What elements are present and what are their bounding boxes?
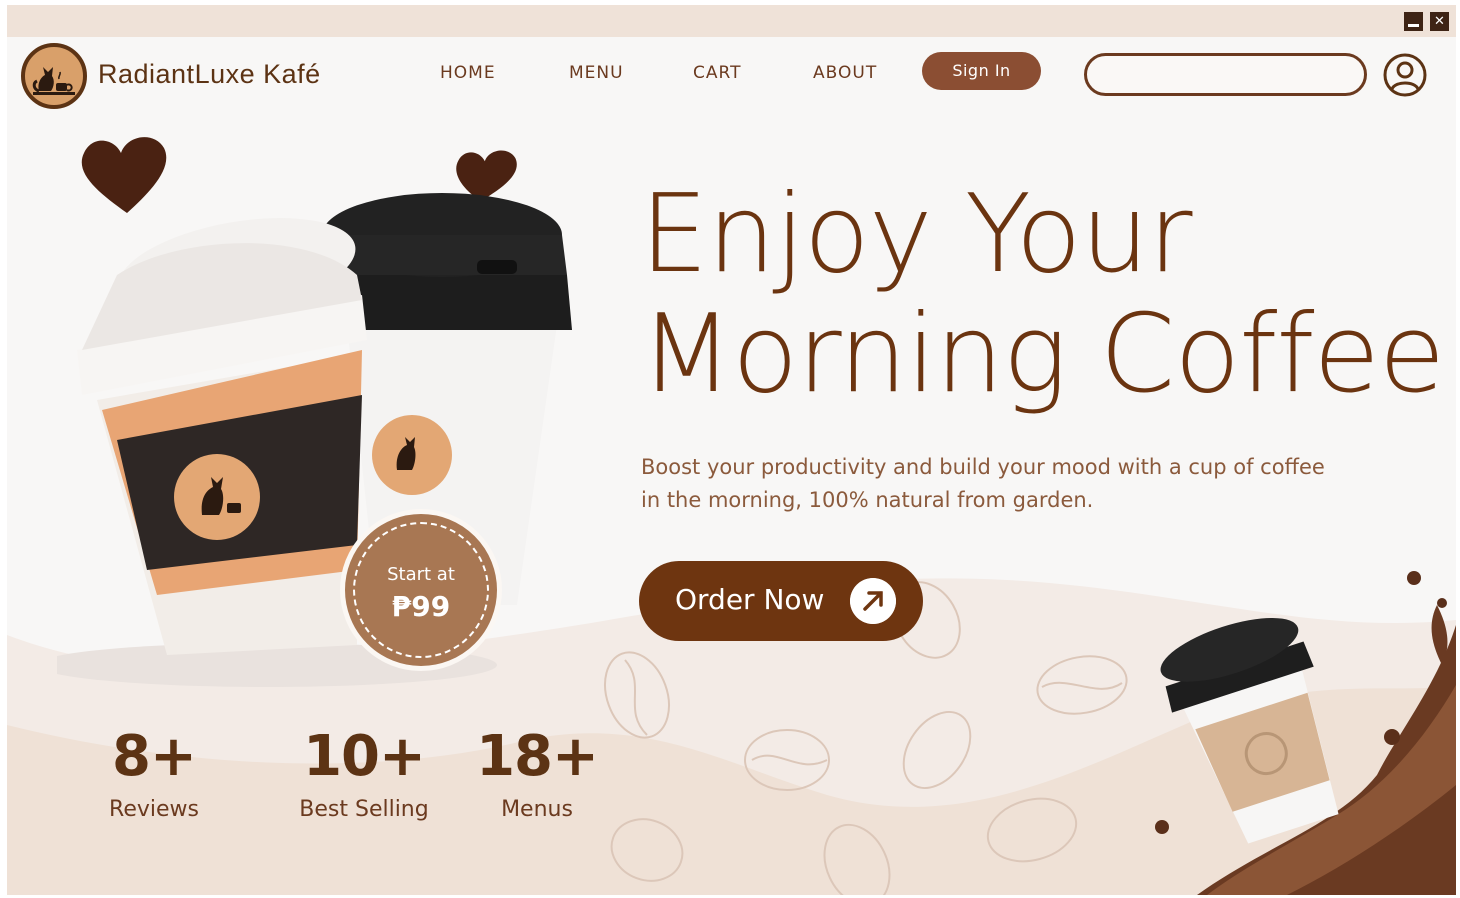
arrow-up-right-icon: [850, 578, 896, 624]
stat-label: Menus: [501, 797, 573, 822]
sign-in-button[interactable]: Sign In: [922, 52, 1041, 90]
hero-headline: Enjoy Your Morning Coffee: [640, 172, 1445, 417]
hero-tagline: Boost your productivity and build your m…: [641, 455, 1325, 512]
minimize-icon[interactable]: [1404, 12, 1423, 31]
heart-icon: [456, 150, 517, 202]
cat-coffee-logo[interactable]: [21, 43, 87, 109]
search-input[interactable]: [1084, 53, 1367, 96]
close-icon[interactable]: ✕: [1430, 12, 1449, 31]
heart-icon: [81, 137, 167, 213]
stat-menus: 18+ Menus: [472, 724, 602, 823]
nav-cart[interactable]: CART: [693, 63, 741, 83]
hero-headline-line2: Morning Coffee: [640, 292, 1445, 417]
title-bar: ✕: [7, 5, 1456, 37]
price-badge-value: ₱99: [391, 590, 451, 623]
stat-label: Best Selling: [299, 797, 429, 822]
brand-name[interactable]: RadiantLuxe Kafé: [98, 59, 321, 90]
nav-home[interactable]: HOME: [440, 63, 496, 83]
price-badge: Start at ₱99: [340, 509, 502, 671]
order-now-button[interactable]: Order Now: [639, 561, 923, 641]
nav-menu[interactable]: MENU: [569, 63, 624, 83]
stat-best-selling: 10+ Best Selling: [289, 724, 439, 823]
order-now-label: Order Now: [675, 583, 825, 616]
coffee-cups-illustration: [57, 137, 572, 687]
nav-about[interactable]: ABOUT: [813, 63, 877, 83]
stat-label: Reviews: [109, 797, 199, 822]
stat-reviews: 8+ Reviews: [89, 724, 219, 823]
app-window: ✕ RadiantLuxe Kafé HOME MENU CART ABOUT …: [7, 5, 1456, 895]
stat-value: 8+: [112, 724, 197, 789]
hero-headline-line1: Enjoy Your: [640, 172, 1193, 297]
stat-value: 10+: [303, 724, 426, 789]
stat-value: 18+: [476, 724, 599, 789]
user-icon[interactable]: [1382, 52, 1428, 98]
coffee-splash-cup-image: [1155, 571, 1456, 895]
price-badge-label: Start at: [387, 564, 455, 585]
